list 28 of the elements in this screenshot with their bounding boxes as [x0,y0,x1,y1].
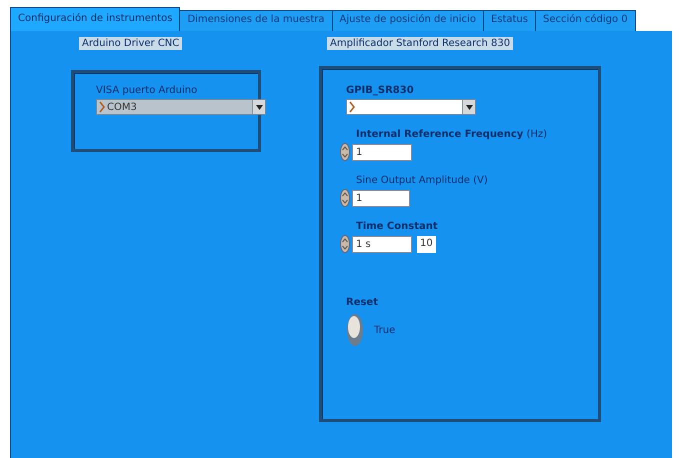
visa-dropdown[interactable] [346,99,476,115]
control-label: Time Constant [356,221,438,232]
control-label: Internal Reference Frequency (Hz) [356,129,548,140]
tab[interactable]: Estatus [482,10,536,31]
numeric-field[interactable]: 1 [352,190,410,206]
increment-arrows-icon[interactable] [340,189,350,207]
dropdown-arrow-icon [466,104,472,110]
numeric-field[interactable]: 1 s [352,236,412,252]
visa-icon [349,101,355,113]
control-label: Reset [346,297,378,308]
group-label: Arduino Driver CNC [79,37,182,50]
tab[interactable]: Dimensiones de la muestra [179,10,332,31]
control-label: Sine Output Amplitude (V) [356,175,488,186]
boolean-text: True [374,324,396,336]
visa-icon [99,101,105,113]
dropdown-arrow-icon [256,104,262,110]
tab[interactable]: Sección código 0 [534,10,636,31]
group-label: Amplificador Stanford Research 830 [327,37,514,50]
toggle-switch[interactable] [346,313,364,347]
tab[interactable]: Configuración de instrumentos [10,7,180,31]
numeric-field[interactable]: 1 [352,144,412,160]
increment-arrows-icon[interactable] [340,235,350,253]
tab[interactable]: Ajuste de posición de inicio [332,10,484,31]
index-display: 10 [417,236,436,252]
control-label: GPIB_SR830 [346,85,414,96]
control-label: VISA puerto Arduino [96,85,198,96]
visa-dropdown[interactable]: COM3 [96,99,266,115]
increment-arrows-icon[interactable] [340,143,350,161]
